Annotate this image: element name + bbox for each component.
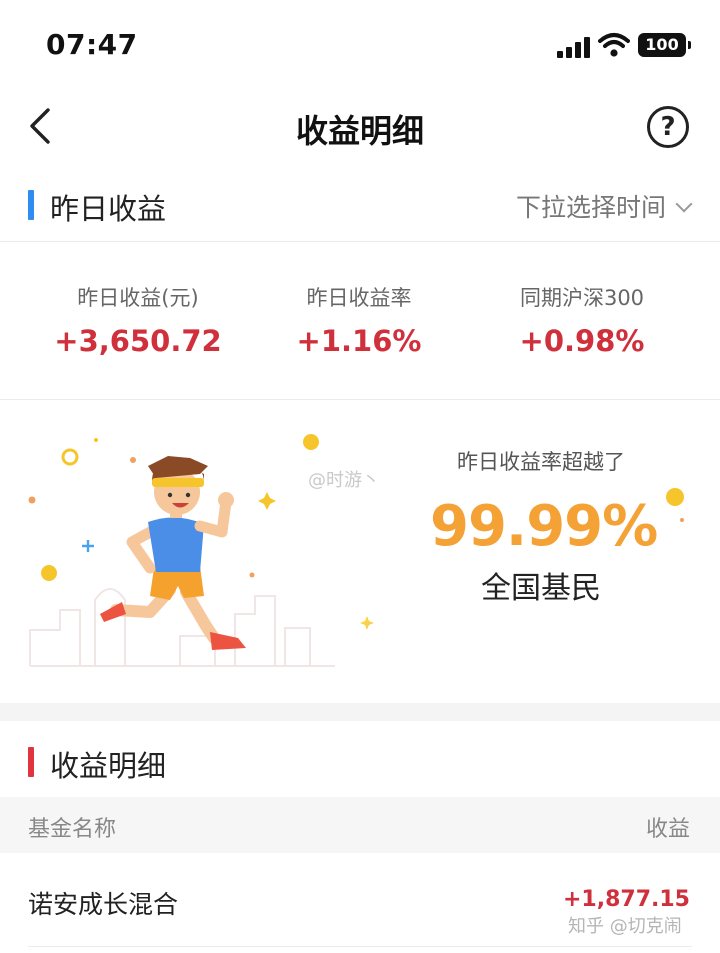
table-header: 基金名称 收益 <box>0 797 720 853</box>
column-header-earnings: 收益 <box>645 817 690 842</box>
ranking-text-block: 昨日收益率超越了 99.99% 全国基民 <box>430 446 658 607</box>
beat-percentage: 99.99% <box>430 494 658 559</box>
section-accent-bar <box>28 747 34 777</box>
wifi-icon <box>598 33 630 57</box>
stat-label: 同期沪深300 <box>519 286 645 310</box>
fund-earnings: +1,877.15 <box>563 887 690 912</box>
nav-bar: 收益明细 ? <box>0 92 720 164</box>
chevron-down-icon <box>675 195 693 213</box>
stat-label: 昨日收益率 <box>306 286 412 310</box>
beat-label: 昨日收益率超越了 <box>457 450 625 474</box>
beat-subject: 全国基民 <box>481 571 601 606</box>
section-gap <box>0 703 720 721</box>
stat-value: +1.16% <box>296 324 422 358</box>
divider <box>28 946 692 947</box>
stat-yesterday-rate: 昨日收益率 +1.16% <box>239 282 479 358</box>
stat-yesterday-earnings: 昨日收益(元) +3,650.72 <box>18 282 258 358</box>
time-picker-label: 下拉选择时间 <box>515 193 666 222</box>
stat-csi300: 同期沪深300 +0.98% <box>462 282 702 358</box>
section-accent-bar <box>28 190 34 220</box>
stat-value: +0.98% <box>519 324 645 358</box>
section-title: 昨日收益 <box>50 192 167 226</box>
yesterday-section-header: 昨日收益 下拉选择时间 <box>0 170 720 240</box>
signal-icon <box>557 36 591 58</box>
status-time: 07:47 <box>46 28 138 61</box>
battery-icon: 100 <box>638 33 691 57</box>
stat-label: 昨日收益(元) <box>77 286 199 310</box>
coin-icon <box>666 488 684 522</box>
weibo-watermark: @时游丶 <box>308 470 380 491</box>
ranking-banner: @时游丶 昨日收益率超越了 99.99% 全国基民 <box>0 400 720 703</box>
detail-section-header: 收益明细 <box>0 727 720 797</box>
column-header-fund-name: 基金名称 <box>28 817 117 842</box>
stats-row: 昨日收益(元) +3,650.72 昨日收益率 +1.16% 同期沪深300 +… <box>0 242 720 399</box>
time-picker-dropdown[interactable]: 下拉选择时间 <box>515 188 693 224</box>
zhihu-watermark: 知乎 @切克闹 <box>568 916 682 937</box>
page-title: 收益明细 <box>295 112 424 150</box>
stat-value: +3,650.72 <box>54 324 222 358</box>
runner-illustration <box>28 434 374 667</box>
help-icon[interactable]: ? <box>647 106 689 148</box>
fund-name: 诺安成长混合 <box>28 890 179 919</box>
status-bar: 07:47 100 <box>0 0 720 92</box>
section-title: 收益明细 <box>50 749 167 783</box>
